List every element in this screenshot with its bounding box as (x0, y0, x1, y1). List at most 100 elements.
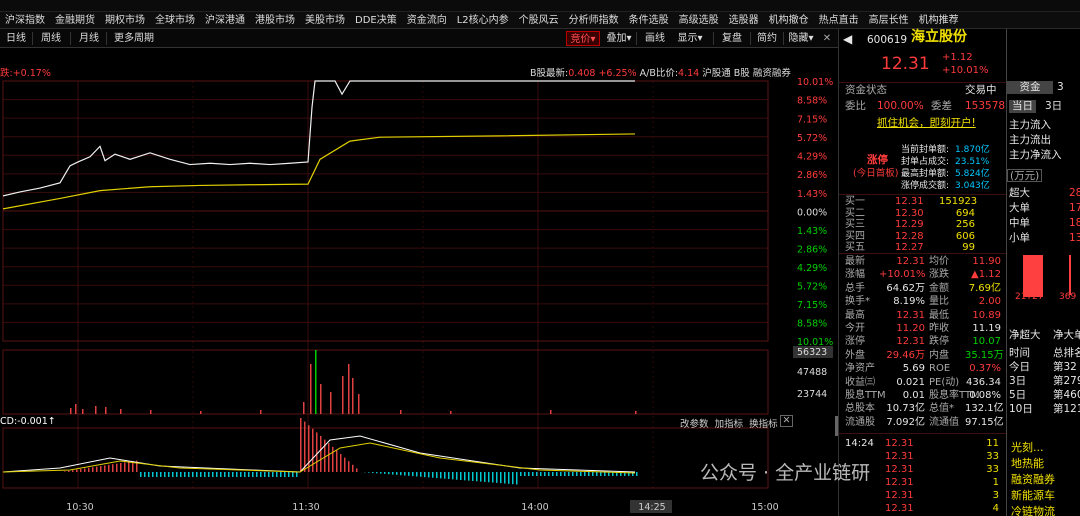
stat-label: 最新 (845, 256, 865, 267)
macd-bar (192, 472, 194, 477)
hide-button[interactable]: 隐藏▾ (786, 31, 816, 46)
macd-bar (336, 450, 338, 472)
y-tick-up: 8.58% (797, 96, 827, 107)
back-arrow-icon[interactable]: ◀ (843, 33, 852, 46)
menu-item[interactable]: 全球市场 (150, 12, 200, 28)
simple-button[interactable]: 简约 (754, 31, 780, 46)
menu-item[interactable]: 分析师指数 (564, 12, 624, 28)
macd-bar (160, 472, 162, 477)
macd-bar (184, 472, 186, 477)
menu-item[interactable]: L2核心内参 (452, 12, 514, 28)
add-indicator-link[interactable]: 加指标 (715, 419, 744, 430)
macd-bar (224, 472, 226, 477)
menu-item[interactable]: 高层长性 (864, 12, 914, 28)
macd-bar (588, 472, 590, 476)
period-week[interactable]: 周线 (36, 31, 66, 46)
macd-bar (548, 472, 550, 476)
chart-toolbar: 日线 周线 月线 更多周期 竞价▾ 叠加▾ 画线 显示▾ 复盘 简约 隐藏▾ ✕ (0, 29, 838, 48)
macd-bar (536, 472, 538, 476)
macd-bar (112, 464, 114, 472)
period-day[interactable]: 日线 (3, 31, 29, 46)
macd-bar (528, 472, 530, 476)
macd-bar (296, 472, 298, 477)
macd-bar (204, 472, 206, 477)
x-tick: 15:00 (751, 502, 778, 513)
intraday-chart[interactable]: 10.01% 8.58% 7.15% 5.72% 4.29% 2.86% 1.43% 0.00… (0, 48, 838, 516)
menu-item[interactable]: 热点直击 (814, 12, 864, 28)
macd-bar (196, 472, 198, 477)
flow-row-label: 主力流入 (1009, 119, 1051, 131)
menu-item[interactable]: 沪深指数 (0, 12, 50, 28)
edit-params-link[interactable]: 改参数 (680, 419, 709, 430)
menu-item[interactable]: 机构推荐 (914, 12, 964, 28)
tab-capital[interactable]: 资金 (1007, 81, 1053, 94)
concept-tag[interactable]: 地热能 (1011, 457, 1044, 470)
menu-item[interactable]: 港股市场 (250, 12, 300, 28)
volume-bar (450, 411, 452, 414)
y-tick-up: 2.86% (797, 170, 827, 181)
menu-item[interactable]: DDE决策 (350, 12, 402, 28)
macd-bar (332, 446, 334, 472)
display-button[interactable]: 显示▾ (675, 31, 705, 46)
macd-bar (520, 472, 522, 476)
macd-bar (416, 472, 418, 477)
y-tick-down: 1.43% (797, 226, 827, 237)
menu-item[interactable]: 金融期货 (50, 12, 100, 28)
close-indicator-icon[interactable]: ✕ (780, 415, 793, 427)
menu-item[interactable]: 美股市场 (300, 12, 350, 28)
close-icon[interactable]: ✕ (820, 31, 834, 46)
draw-line-button[interactable]: 画线 (641, 31, 669, 46)
tick-volume: 4 (992, 503, 999, 514)
menu-item[interactable]: 个股风云 (514, 12, 564, 28)
auction-button[interactable]: 竞价▾ (566, 31, 600, 46)
concept-tag[interactable]: 光刻... (1011, 441, 1044, 454)
macd-bar (228, 472, 230, 477)
period-more[interactable]: 更多周期 (109, 31, 159, 46)
volume-bar (200, 411, 202, 414)
svg-text:56323: 56323 (797, 347, 827, 358)
macd-bar (584, 472, 586, 476)
macd-bar (212, 472, 214, 477)
volume-bar (400, 410, 402, 414)
x-tick: 14:25 (630, 500, 672, 513)
volume-bar (342, 376, 344, 414)
divider (839, 433, 1011, 434)
concept-tag[interactable]: 冷链物流 (1011, 505, 1055, 516)
overlay-button[interactable]: 叠加▾ (604, 31, 634, 46)
y-tick-up: 4.29% (797, 152, 827, 163)
macd-bar (64, 471, 66, 472)
tick-price: 12.31 (885, 438, 914, 449)
stat-value: 11.90 (972, 256, 1001, 267)
macd-bar (100, 466, 102, 472)
menu-item[interactable]: 资金流向 (402, 12, 452, 28)
open-account-link[interactable]: 抓住机会，即刻开户! (877, 117, 976, 130)
macd-bar (480, 472, 482, 482)
capital-flow-panel: 资金3当日3日主力流入主力流出主力净流入(万元)超大28大单17中单18小单13… (1006, 29, 1080, 516)
macd-bar (388, 472, 390, 475)
menu-item[interactable]: 沪深港通 (200, 12, 250, 28)
macd-bar (288, 472, 290, 477)
menu-item[interactable]: 期权市场 (100, 12, 150, 28)
bshare-info: B股最新:0.408 +6.25% A/B比价:4.14 沪股通 B股 融资融券 (530, 68, 791, 79)
sub-tab-today[interactable]: 当日 (1009, 100, 1036, 113)
menu-item[interactable]: 高级选股 (674, 12, 724, 28)
volume-bar (635, 411, 637, 414)
tab-3[interactable]: 3 (1057, 81, 1064, 94)
svg-text:23744: 23744 (797, 389, 827, 400)
replay-button[interactable]: 复盘 (719, 31, 745, 46)
menu-item[interactable]: 选股器 (724, 12, 764, 28)
period-month[interactable]: 月线 (74, 31, 104, 46)
macd-bar (500, 472, 502, 484)
stat-label: 流通股 (845, 416, 875, 428)
order-diff-value: 153578 (965, 100, 1006, 112)
switch-indicator-link[interactable]: 换指标 (749, 419, 778, 430)
limit-row-label: 涨停成交额: (901, 181, 950, 191)
macd-bar (124, 462, 126, 472)
concept-tag[interactable]: 融资融券 (1011, 473, 1055, 486)
macd-bar (580, 472, 582, 476)
sub-tab-3day[interactable]: 3日 (1045, 100, 1062, 113)
menu-item[interactable]: 条件选股 (624, 12, 674, 28)
menu-item[interactable]: 机构撤仓 (764, 12, 814, 28)
stock-code: 600619 (867, 34, 908, 46)
concept-tag[interactable]: 新能源车 (1011, 489, 1055, 502)
